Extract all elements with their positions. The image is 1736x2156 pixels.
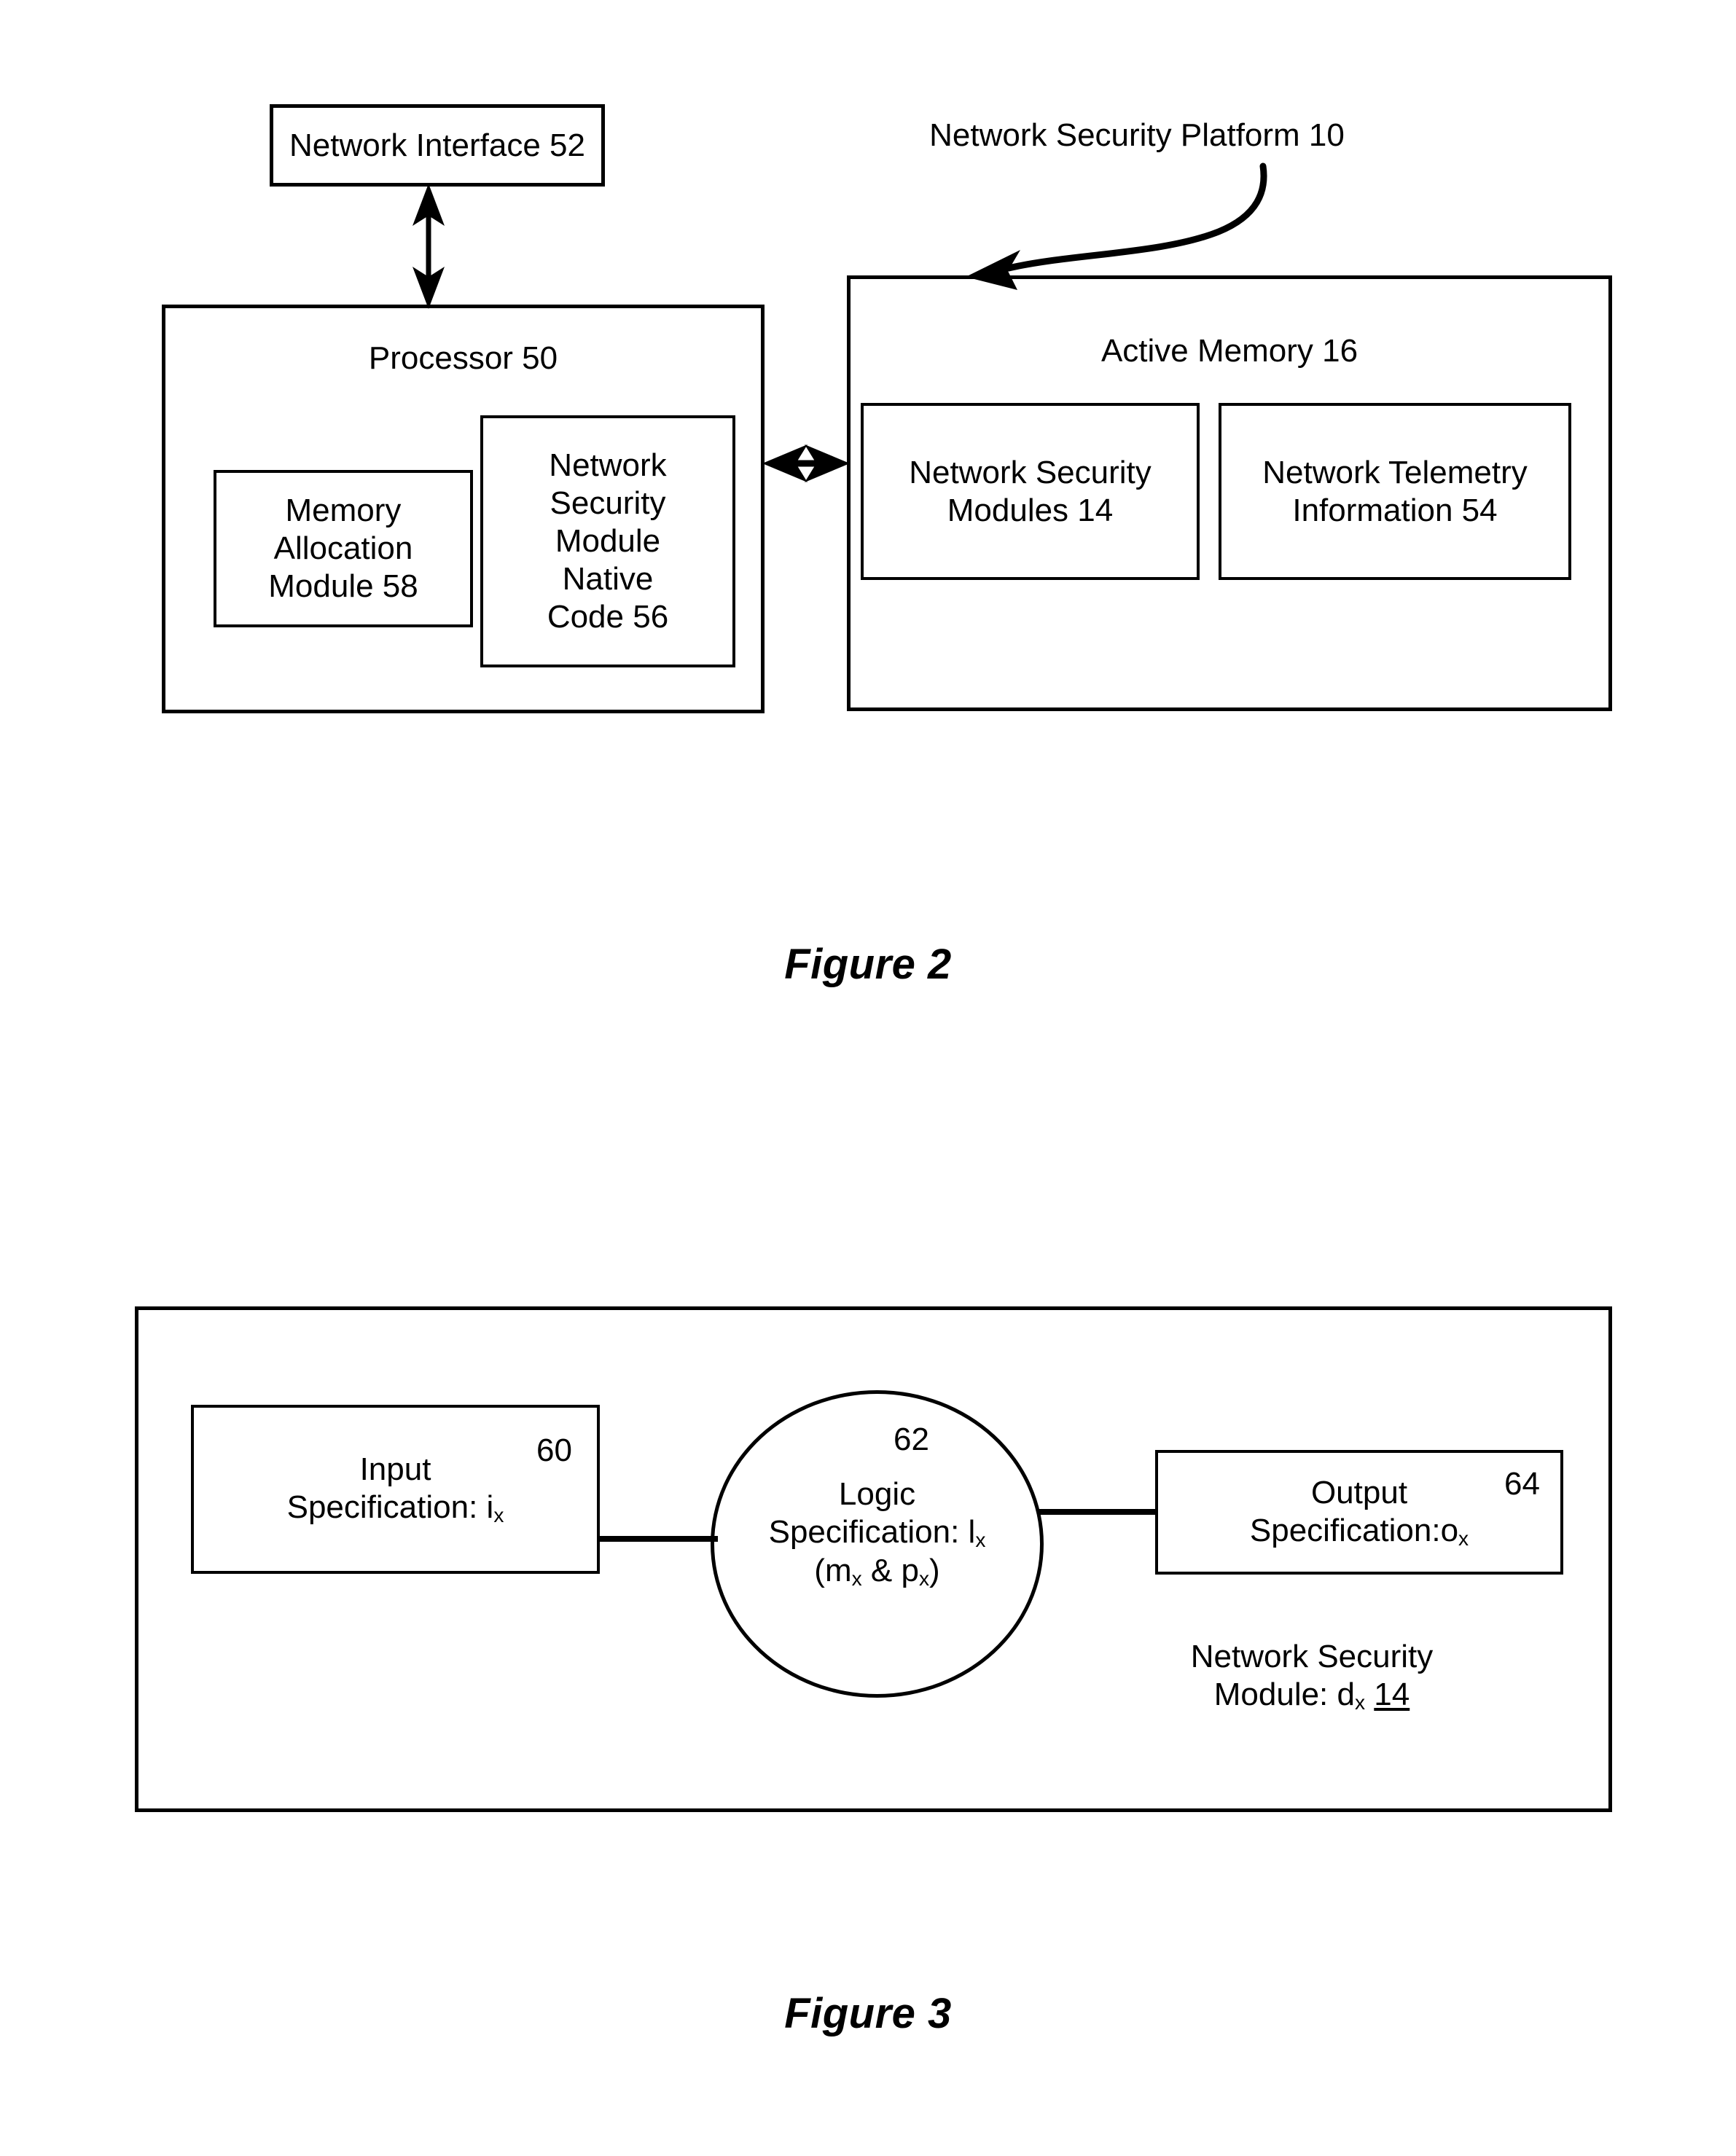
logic-specification-line2: Specification: lx [768,1513,986,1552]
memory-allocation-module-label: Memory Allocation Module 58 [268,493,418,604]
input-specification-line2: Specification: ix [286,1489,504,1527]
network-interface-processor-arrow [413,184,445,309]
network-telemetry-information-label: Network Telemetry Information 54 [1262,454,1528,528]
patent-figure-sheet: Network Interface 52 Processor 50 Memory… [0,0,1736,2156]
processor-title: Processor 50 [368,340,558,376]
native-code-module-label: Network Security Module Native Code 56 [547,447,669,635]
network-security-modules-box: Network Security Modules 14 [861,403,1200,580]
input-specification-line1: Input [359,1451,431,1488]
network-telemetry-information-box: Network Telemetry Information 54 [1219,403,1571,580]
platform-callout-label: Network Security Platform 10 [929,117,1345,153]
logic-specification-label: Logic Specification: lx (mx & px) [714,1475,1040,1591]
input-reference-number: 60 [536,1432,572,1468]
network-security-module-caption: Network Security Module: dx 14 [1122,1638,1501,1714]
logic-specification-line1: Logic [838,1476,916,1512]
memory-allocation-module-box: Memory Allocation Module 58 [214,470,473,627]
module-caption-ref: 14 [1374,1676,1410,1712]
figure-3-caption: Figure 3 [784,1990,952,2037]
output-specification-label: Output Specification:ox [1158,1453,1560,1572]
logic-reference-number: 62 [894,1422,929,1457]
processor-active-memory-arrow [762,444,850,482]
figure-2-caption: Figure 2 [784,941,952,988]
input-specification-box: Input Specification: ix 60 [191,1405,600,1574]
active-memory-title: Active Memory 16 [1100,333,1358,369]
output-specification-box: Output Specification:ox 64 [1155,1450,1563,1575]
output-specification-line2: Specification:ox [1249,1512,1469,1550]
logic-specification-line3: (mx & px) [814,1553,940,1591]
network-security-modules-label: Network Security Modules 14 [909,454,1152,528]
platform-callout-arrow [966,162,1267,290]
output-reference-number: 64 [1504,1466,1540,1502]
network-interface-label: Network Interface 52 [289,128,585,163]
network-interface-box: Network Interface 52 [270,104,605,187]
native-code-module-box: Network Security Module Native Code 56 [480,415,735,667]
logic-specification-circle: 62 Logic Specification: lx (mx & px) [711,1390,1044,1698]
module-caption-line1: Network Security [1190,1639,1434,1674]
module-caption-line2: Module: dx 14 [1213,1676,1410,1714]
output-specification-line1: Output [1310,1474,1408,1510]
